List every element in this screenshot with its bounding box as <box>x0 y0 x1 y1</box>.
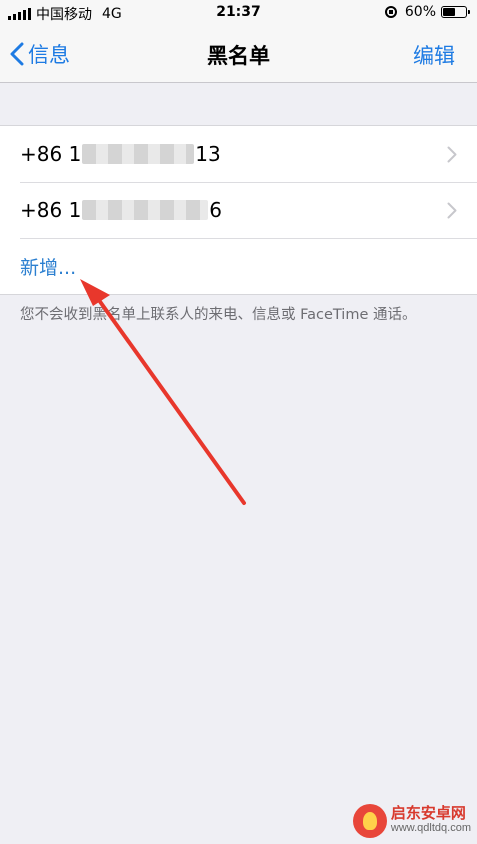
battery-percent: 60% <box>404 4 436 20</box>
phone-prefix: +86 1 <box>20 142 82 166</box>
blocked-contact-row[interactable]: +86 1 6 <box>0 182 477 238</box>
chevron-right-icon <box>447 146 457 163</box>
battery-fill <box>443 8 455 16</box>
status-right: 60% <box>384 4 470 20</box>
edit-button[interactable]: 编辑 <box>413 40 455 70</box>
watermark: 启东安卓网 www.qdltdq.com <box>352 804 471 838</box>
battery-icon <box>441 6 470 18</box>
phone-suffix: 13 <box>195 142 221 166</box>
chevron-right-icon <box>447 202 457 219</box>
page-title: 黑名单 <box>207 44 270 68</box>
blocked-list: +86 1 13 +86 1 6 新增... <box>0 125 477 295</box>
redacted-block <box>82 200 209 220</box>
phone-number: +86 1 6 <box>20 198 222 222</box>
blocked-contact-row[interactable]: +86 1 13 <box>0 126 477 182</box>
redacted-block <box>82 144 195 164</box>
navigation-bar: 信息 黑名单 编辑 <box>0 26 477 83</box>
add-new-button[interactable]: 新增... <box>0 238 477 294</box>
status-bar: 中国移动 4G 21:37 60% <box>0 0 477 26</box>
watermark-text: 启东安卓网 www.qdltdq.com <box>391 806 471 836</box>
rotation-lock-icon <box>384 6 397 18</box>
add-new-label: 新增... <box>20 256 77 279</box>
watermark-url: www.qdltdq.com <box>390 822 471 834</box>
phone-number: +86 1 13 <box>20 142 221 166</box>
watermark-name: 启东安卓网 <box>390 804 466 822</box>
watermark-logo-icon <box>352 804 387 838</box>
phone-suffix: 6 <box>209 198 223 222</box>
blocked-footnote: 您不会收到黑名单上联系人的来电、信息或 FaceTime 通话。 <box>20 307 417 323</box>
phone-prefix: +86 1 <box>20 198 82 222</box>
